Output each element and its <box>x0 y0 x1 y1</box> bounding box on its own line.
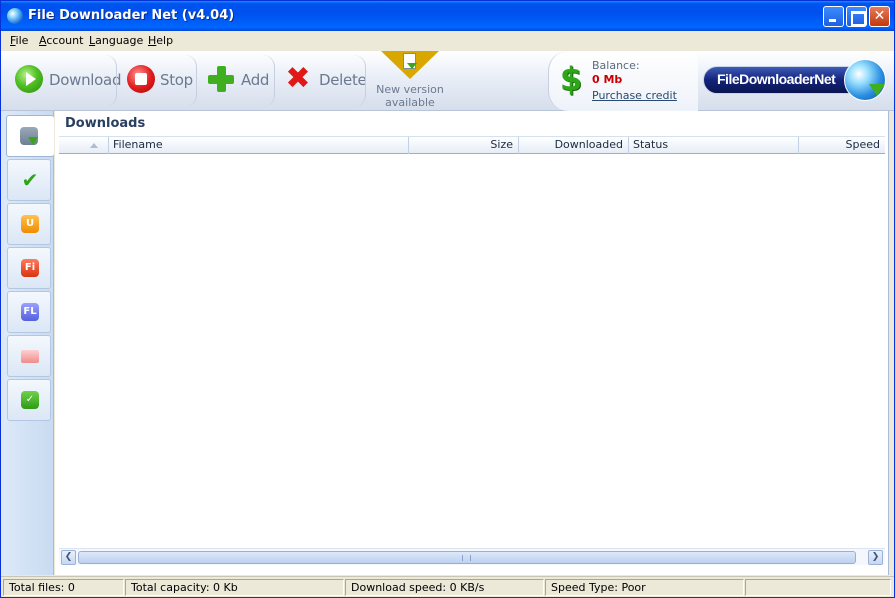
sort-arrow-icon <box>90 143 98 148</box>
sidebar-item-completed[interactable]: ✔ <box>7 159 51 201</box>
sidebar-item-fl-service[interactable]: FL <box>7 291 51 333</box>
column-header-size[interactable]: Size <box>409 137 519 154</box>
downloads-panel: Downloads Filename Size Downloaded Statu… <box>55 111 889 575</box>
delete-x-glyph: ✖ <box>285 61 311 96</box>
fl-service-icon: FL <box>21 303 39 321</box>
column-header-downloaded[interactable]: Downloaded <box>519 137 629 154</box>
menu-file-label: ile <box>15 34 29 47</box>
sidebar-item-downloads[interactable] <box>6 115 54 157</box>
menu-bar: File Account Language Help <box>1 31 894 51</box>
close-icon: ✕ <box>873 8 886 24</box>
fi-service-icon: Fi <box>21 259 39 277</box>
mail-icon <box>21 350 39 363</box>
scrollbar-thumb[interactable] <box>78 551 856 564</box>
dollar-icon: $ <box>559 60 583 98</box>
menu-language-label: anguage <box>95 34 144 47</box>
table-header: Filename Size Downloaded Status Speed <box>59 136 885 154</box>
column-header-speed[interactable]: Speed <box>799 137 885 154</box>
logo-text: FileDownloaderNet <box>717 71 836 87</box>
update-document-icon <box>403 53 417 69</box>
close-button[interactable]: ✕ <box>869 6 890 27</box>
sidebar-item-u-service[interactable]: U <box>7 203 51 245</box>
menu-file[interactable]: File <box>10 34 28 47</box>
menu-help[interactable]: Help <box>148 34 173 47</box>
status-extra <box>745 579 891 596</box>
chevron-right-icon: ❯ <box>871 552 880 562</box>
status-speed-type: Speed Type: Poor <box>545 579 744 596</box>
toolbar-separator <box>354 55 366 107</box>
maximize-button[interactable] <box>846 6 867 27</box>
menu-help-label: elp <box>156 34 174 47</box>
balance-panel: $ Balance: 0 Mb Purchase credit <box>548 51 698 111</box>
checkmark-icon: ✔ <box>21 168 39 192</box>
sidebar: ✔ U Fi FL ✓ <box>1 111 54 575</box>
globe-icon <box>7 8 23 24</box>
status-bar: Total files: 0 Total capacity: 0 Kb Down… <box>1 576 894 597</box>
scrollbar-grip-icon <box>462 555 471 561</box>
scroll-right-button[interactable]: ❯ <box>868 550 883 565</box>
logo-text-net: Net <box>814 71 836 87</box>
toolbar-separator <box>185 55 197 107</box>
column-header-status[interactable]: Status <box>629 137 799 154</box>
download-button[interactable]: Download <box>1 51 121 111</box>
chevron-left-icon: ❮ <box>64 552 73 562</box>
status-total-capacity: Total capacity: 0 Kb <box>125 579 344 596</box>
new-version-line2: available <box>385 96 435 109</box>
sidebar-item-mail[interactable] <box>7 335 51 377</box>
scroll-left-button[interactable]: ❮ <box>61 550 76 565</box>
sidebar-item-fi-service[interactable]: Fi <box>7 247 51 289</box>
purchase-credit-link[interactable]: Purchase credit <box>592 89 677 102</box>
menu-account-label: ccount <box>46 34 84 47</box>
status-total-files: Total files: 0 <box>3 579 124 596</box>
column-header-filename[interactable]: Filename <box>109 137 409 154</box>
check-box-icon: ✓ <box>21 391 39 409</box>
downloads-table-body[interactable] <box>59 154 885 548</box>
logo-globe-icon <box>844 59 886 101</box>
status-download-speed: Download speed: 0 KB/s <box>345 579 544 596</box>
balance-value: 0 Mb <box>592 73 623 86</box>
new-version-button[interactable]: New version available <box>369 51 451 111</box>
maximize-icon <box>847 7 866 26</box>
minimize-icon <box>824 7 843 26</box>
sidebar-item-check[interactable]: ✓ <box>7 379 51 421</box>
stop-icon <box>127 65 155 93</box>
play-icon <box>15 65 43 93</box>
column-header-sort[interactable] <box>59 137 109 154</box>
balance-label: Balance: <box>592 59 640 72</box>
window-title: File Downloader Net (v4.04) <box>28 8 235 23</box>
logo: FileDownloaderNet <box>701 57 889 105</box>
toolbar-separator <box>105 55 117 107</box>
page-title: Downloads <box>65 116 146 131</box>
title-bar[interactable]: File Downloader Net (v4.04) ✕ <box>1 1 894 31</box>
menu-language[interactable]: Language <box>89 34 143 47</box>
minimize-button[interactable] <box>823 6 844 27</box>
plus-icon <box>207 65 235 93</box>
new-version-line1: New version <box>376 83 444 96</box>
app-window: File Downloader Net (v4.04) ✕ File Accou… <box>0 0 895 598</box>
new-version-text: New version available <box>369 83 451 109</box>
u-service-icon: U <box>21 215 39 233</box>
menu-account[interactable]: Account <box>39 34 83 47</box>
toolbar-separator <box>263 55 275 107</box>
logo-text-main: FileDownloader <box>717 71 815 87</box>
delete-x-icon: ✖ <box>284 61 312 96</box>
downloads-icon <box>20 127 38 145</box>
horizontal-scrollbar[interactable]: ❮ ❯ <box>59 548 885 565</box>
